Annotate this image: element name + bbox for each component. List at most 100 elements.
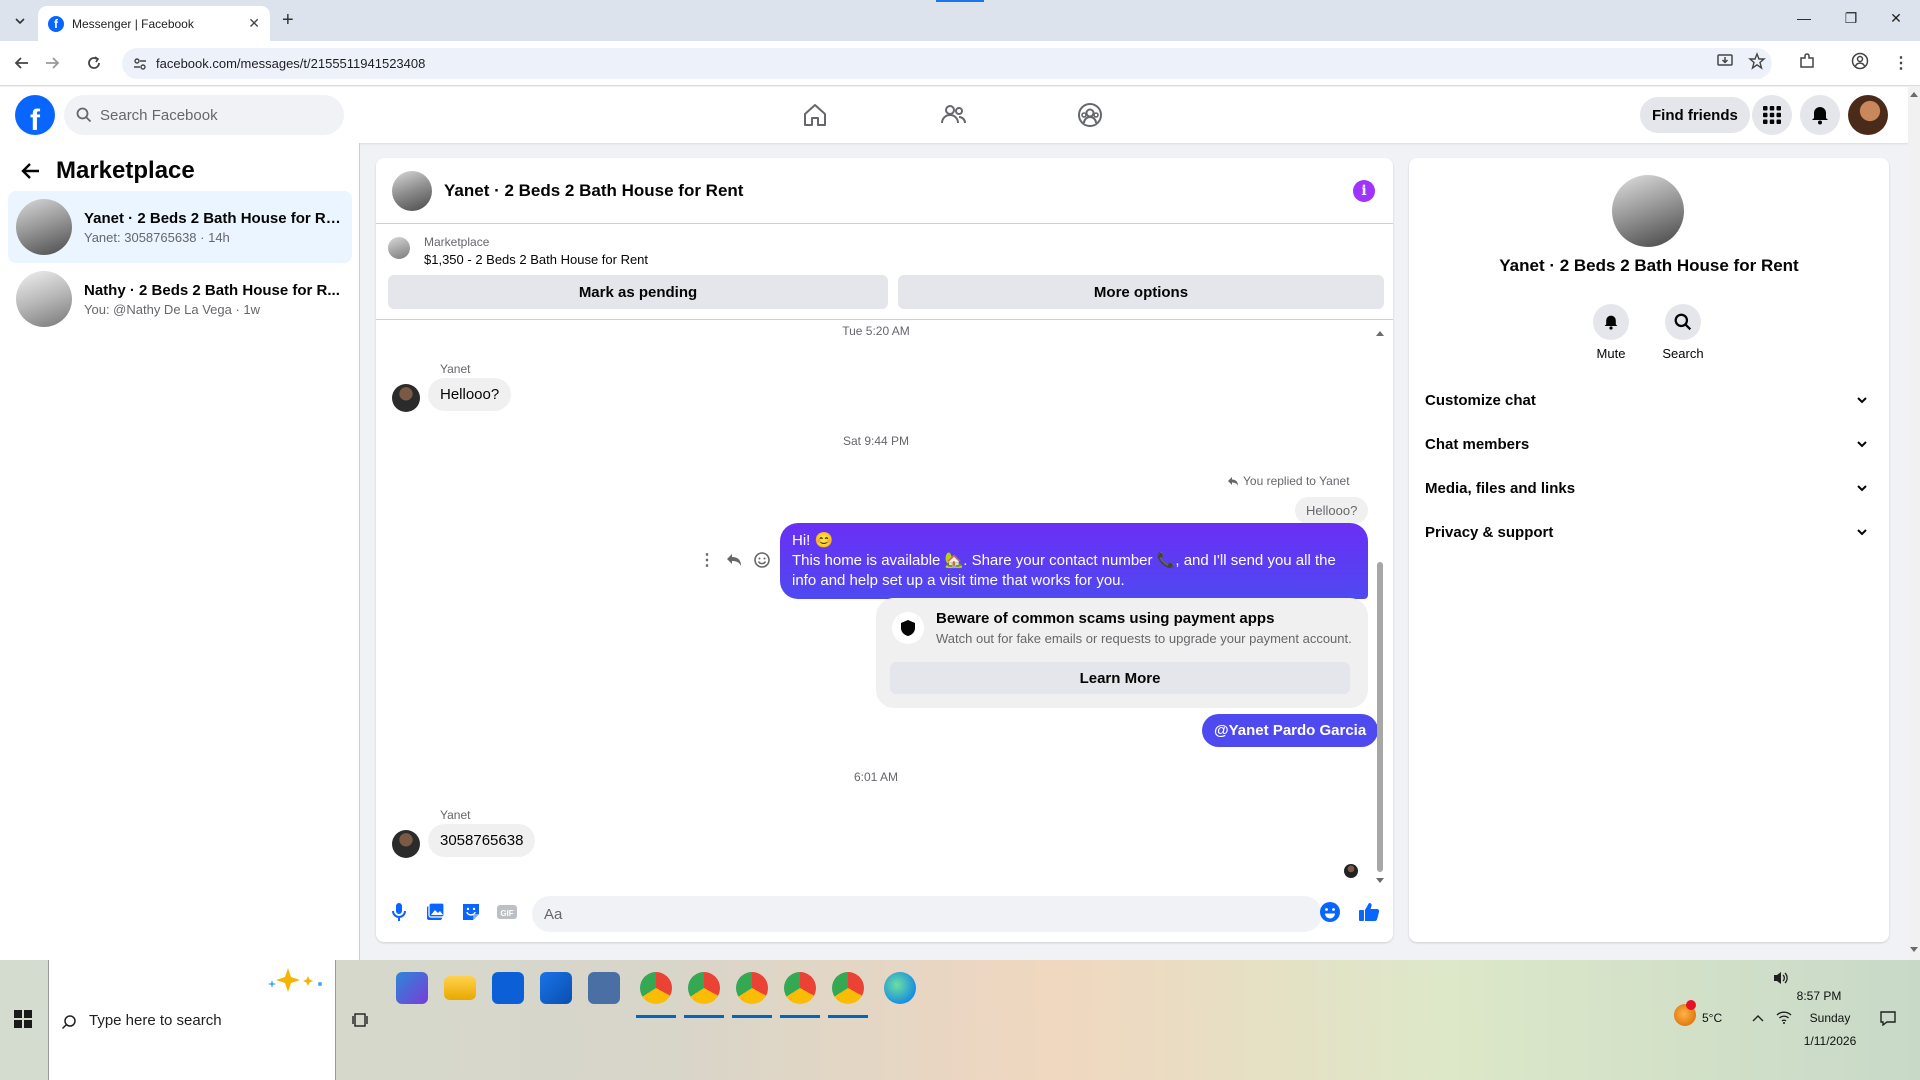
windows-taskbar: Type here to search 8:57 PM 5°C Sunday 1… <box>0 960 1920 1080</box>
tab-close-icon[interactable]: ✕ <box>248 15 260 32</box>
more-options-button[interactable]: More options <box>898 275 1384 309</box>
scam-warning-card: Beware of common scams using payment app… <box>876 598 1368 708</box>
temperature[interactable]: 5°C <box>1702 1011 1722 1025</box>
chat-header-thumbnail[interactable] <box>392 170 432 211</box>
chrome-profile-icon[interactable] <box>736 972 768 1004</box>
chrome-profile-icon[interactable] <box>784 972 816 1004</box>
outlook-icon[interactable] <box>540 972 572 1004</box>
network-app-icon[interactable] <box>588 972 620 1004</box>
reply-quote[interactable]: Hellooo? <box>1295 497 1369 524</box>
mark-as-pending-button[interactable]: Mark as pending <box>388 275 888 309</box>
incoming-message[interactable]: 3058765638 <box>428 824 536 857</box>
emoji-icon[interactable] <box>1319 901 1341 923</box>
chrome-icon[interactable] <box>640 972 672 1004</box>
chevron-down-icon <box>1857 397 1867 404</box>
friends-icon[interactable] <box>939 101 967 129</box>
find-friends-button[interactable]: Find friends <box>1640 97 1750 133</box>
tab-search-button[interactable] <box>8 9 32 33</box>
outgoing-line: Hi! 😊 <box>792 532 834 549</box>
conversation-name: Nathy · 2 Beds 2 Bath House for R... <box>84 281 340 299</box>
outgoing-message[interactable]: Hi! 😊 This home is available 🏡. Share yo… <box>780 523 1368 599</box>
notifications-button[interactable] <box>1800 95 1840 135</box>
home-icon[interactable] <box>801 101 829 129</box>
groups-icon[interactable] <box>1076 101 1104 129</box>
search-in-chat-button[interactable]: Search <box>1648 304 1718 361</box>
facebook-search-input[interactable]: Search Facebook <box>64 95 344 135</box>
reload-icon[interactable] <box>83 52 105 74</box>
scroll-thumb[interactable] <box>1377 562 1383 872</box>
mute-button[interactable]: Mute <box>1576 304 1646 361</box>
account-avatar[interactable] <box>1848 95 1888 135</box>
incoming-message[interactable]: Hellooo? <box>428 378 512 411</box>
browser-menu-icon[interactable]: ⋮ <box>1893 53 1909 73</box>
tray-date[interactable]: 1/11/2026 <box>1798 1034 1862 1048</box>
install-app-icon[interactable] <box>1716 52 1734 70</box>
m365-app-icon[interactable] <box>396 972 428 1004</box>
sticker-icon[interactable] <box>460 901 482 923</box>
reply-indicator: You replied to Yanet <box>1227 474 1350 488</box>
bookmark-star-icon[interactable] <box>1748 52 1766 70</box>
back-arrow-icon[interactable] <box>20 160 42 182</box>
scroll-up-icon <box>1910 92 1918 97</box>
notification-center-icon[interactable] <box>1879 1010 1897 1026</box>
message-input[interactable]: Aa <box>532 896 1322 932</box>
section-customize-chat[interactable]: Customize chat <box>1425 380 1873 420</box>
timestamp: 6:01 AM <box>853 770 899 784</box>
page-scrollbar[interactable] <box>1908 87 1920 960</box>
extensions-puzzle-icon[interactable] <box>1798 52 1816 70</box>
more-actions-icon[interactable]: ⋮ <box>699 550 715 570</box>
bell-icon <box>1593 304 1629 340</box>
microphone-icon[interactable] <box>388 901 410 923</box>
section-chat-members[interactable]: Chat members <box>1425 424 1873 464</box>
minimize-icon[interactable]: — <box>1794 10 1814 26</box>
photo-icon[interactable] <box>424 901 446 923</box>
tray-day[interactable]: Sunday <box>1800 1011 1860 1025</box>
active-app-indicator <box>732 1015 772 1018</box>
shield-icon <box>892 612 924 644</box>
conversation-item-yanet[interactable]: Yanet · 2 Beds 2 Bath House for Rent Yan… <box>8 191 352 263</box>
forward-arrow-icon[interactable] <box>41 52 63 74</box>
info-icon[interactable]: i <box>1353 180 1375 202</box>
chat-title[interactable]: Yanet · 2 Beds 2 Bath House for Rent <box>444 181 743 201</box>
wifi-icon[interactable] <box>1776 1010 1792 1024</box>
tray-time-top[interactable]: 8:57 PM <box>1784 989 1854 1003</box>
chat-scrollbar[interactable] <box>1375 330 1385 886</box>
gif-icon[interactable]: GIF <box>496 901 518 923</box>
back-arrow-icon[interactable] <box>11 52 33 74</box>
message-input-placeholder: Aa <box>544 905 563 923</box>
section-privacy-support[interactable]: Privacy & support <box>1425 512 1873 552</box>
edge-icon[interactable] <box>884 972 916 1004</box>
store-icon[interactable] <box>492 972 524 1004</box>
sender-avatar[interactable] <box>392 384 420 412</box>
learn-more-button[interactable]: Learn More <box>890 662 1350 694</box>
task-view-icon[interactable] <box>352 1012 368 1028</box>
browser-tab-messenger[interactable]: f Messenger | Facebook ✕ <box>38 6 270 41</box>
facebook-logo-icon[interactable]: f <box>15 95 55 135</box>
reply-icon[interactable] <box>725 551 743 569</box>
profile-icon[interactable] <box>1851 52 1869 70</box>
facebook-top-nav: f Search Facebook Find friends <box>0 87 1908 143</box>
mention-message[interactable]: @Yanet Pardo Garcia <box>1202 714 1379 747</box>
chevron-up-icon[interactable] <box>1752 1014 1764 1022</box>
listing-thumbnail[interactable] <box>388 237 410 259</box>
volume-icon[interactable] <box>1772 970 1790 986</box>
restore-icon[interactable]: ❐ <box>1841 10 1861 27</box>
sender-avatar[interactable] <box>392 830 420 858</box>
new-tab-plus-icon[interactable]: + <box>282 10 294 30</box>
listing-title[interactable]: $1,350 - 2 Beds 2 Bath House for Rent <box>424 252 648 267</box>
menu-grid-button[interactable] <box>1752 95 1792 135</box>
chevron-down-icon <box>1857 485 1867 492</box>
windows-start-icon[interactable] <box>14 1010 32 1028</box>
conversation-item-nathy[interactable]: Nathy · 2 Beds 2 Bath House for R... You… <box>8 263 352 335</box>
react-emoji-icon[interactable] <box>753 551 771 569</box>
outgoing-line: info and help set up a visit time that w… <box>792 572 1125 589</box>
window-close-icon[interactable]: ✕ <box>1886 10 1906 27</box>
chat-info-avatar[interactable] <box>1612 175 1684 247</box>
thumbs-up-icon[interactable] <box>1358 901 1380 923</box>
chrome-profile-icon[interactable] <box>832 972 864 1004</box>
address-bar[interactable]: facebook.com/messages/t/2155511941523408 <box>122 48 1772 79</box>
section-media-files-links[interactable]: Media, files and links <box>1425 468 1873 508</box>
chrome-profile-icon[interactable] <box>688 972 720 1004</box>
taskbar-search-box[interactable]: Type here to search <box>48 960 336 1080</box>
file-explorer-icon[interactable] <box>444 976 476 1000</box>
